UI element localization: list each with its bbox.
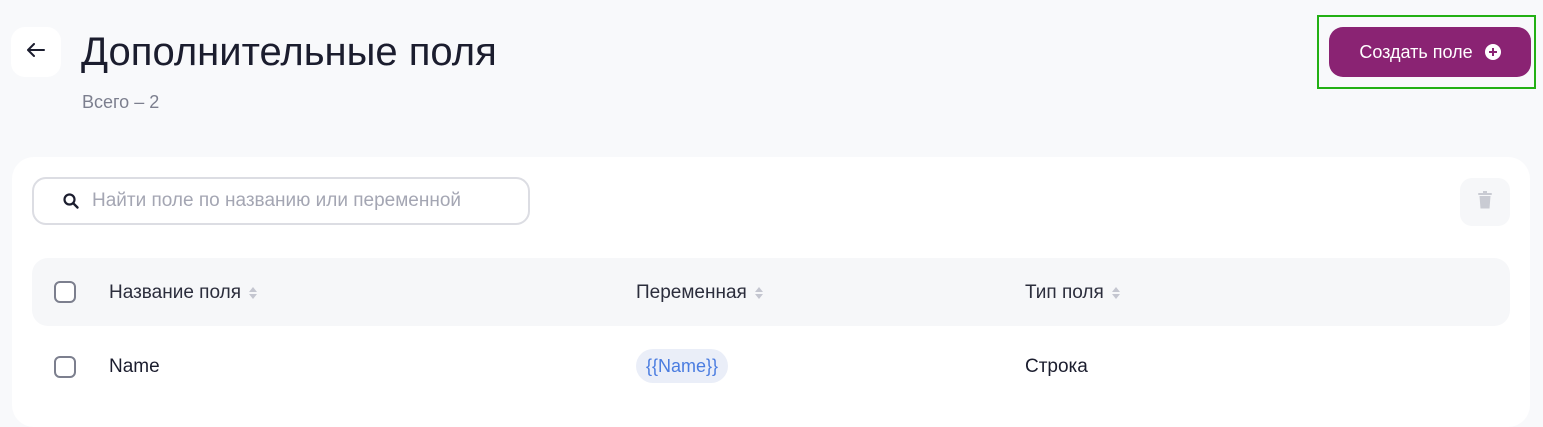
search-icon bbox=[62, 192, 80, 210]
column-header-label: Тип поля bbox=[1025, 282, 1104, 303]
sort-icon bbox=[754, 287, 763, 299]
trash-icon bbox=[1478, 190, 1492, 214]
create-field-label: Создать поле bbox=[1359, 41, 1473, 62]
column-header-label: Название поля bbox=[109, 282, 241, 303]
table-header: Название поля Переменная Тип поля bbox=[32, 258, 1510, 326]
table-row[interactable]: Name {{Name}} Строка bbox=[32, 340, 1510, 394]
search-input[interactable] bbox=[92, 190, 512, 212]
arrow-left-icon bbox=[27, 42, 45, 62]
column-header-label: Переменная bbox=[636, 282, 747, 303]
row-checkbox[interactable] bbox=[54, 356, 76, 378]
fields-card: Название поля Переменная Тип поля Name {… bbox=[12, 157, 1530, 427]
back-button[interactable] bbox=[11, 27, 61, 77]
search-field[interactable] bbox=[32, 177, 530, 225]
field-name: Name bbox=[109, 356, 160, 377]
total-count: Всего – 2 bbox=[82, 92, 160, 112]
create-field-button[interactable]: Создать поле bbox=[1329, 27, 1531, 77]
variable-chip: {{Name}} bbox=[636, 349, 729, 383]
column-header-name[interactable]: Название поля bbox=[109, 282, 257, 304]
page-title: Дополнительные поля bbox=[81, 30, 497, 74]
plus-circle-icon bbox=[1484, 44, 1501, 60]
field-type: Строка bbox=[1025, 356, 1088, 377]
sort-icon bbox=[249, 287, 257, 299]
sort-icon bbox=[1111, 287, 1120, 299]
column-header-type[interactable]: Тип поля bbox=[1025, 282, 1120, 304]
select-all-checkbox[interactable] bbox=[54, 281, 76, 303]
delete-button[interactable] bbox=[1460, 178, 1510, 226]
column-header-variable[interactable]: Переменная bbox=[636, 282, 763, 304]
